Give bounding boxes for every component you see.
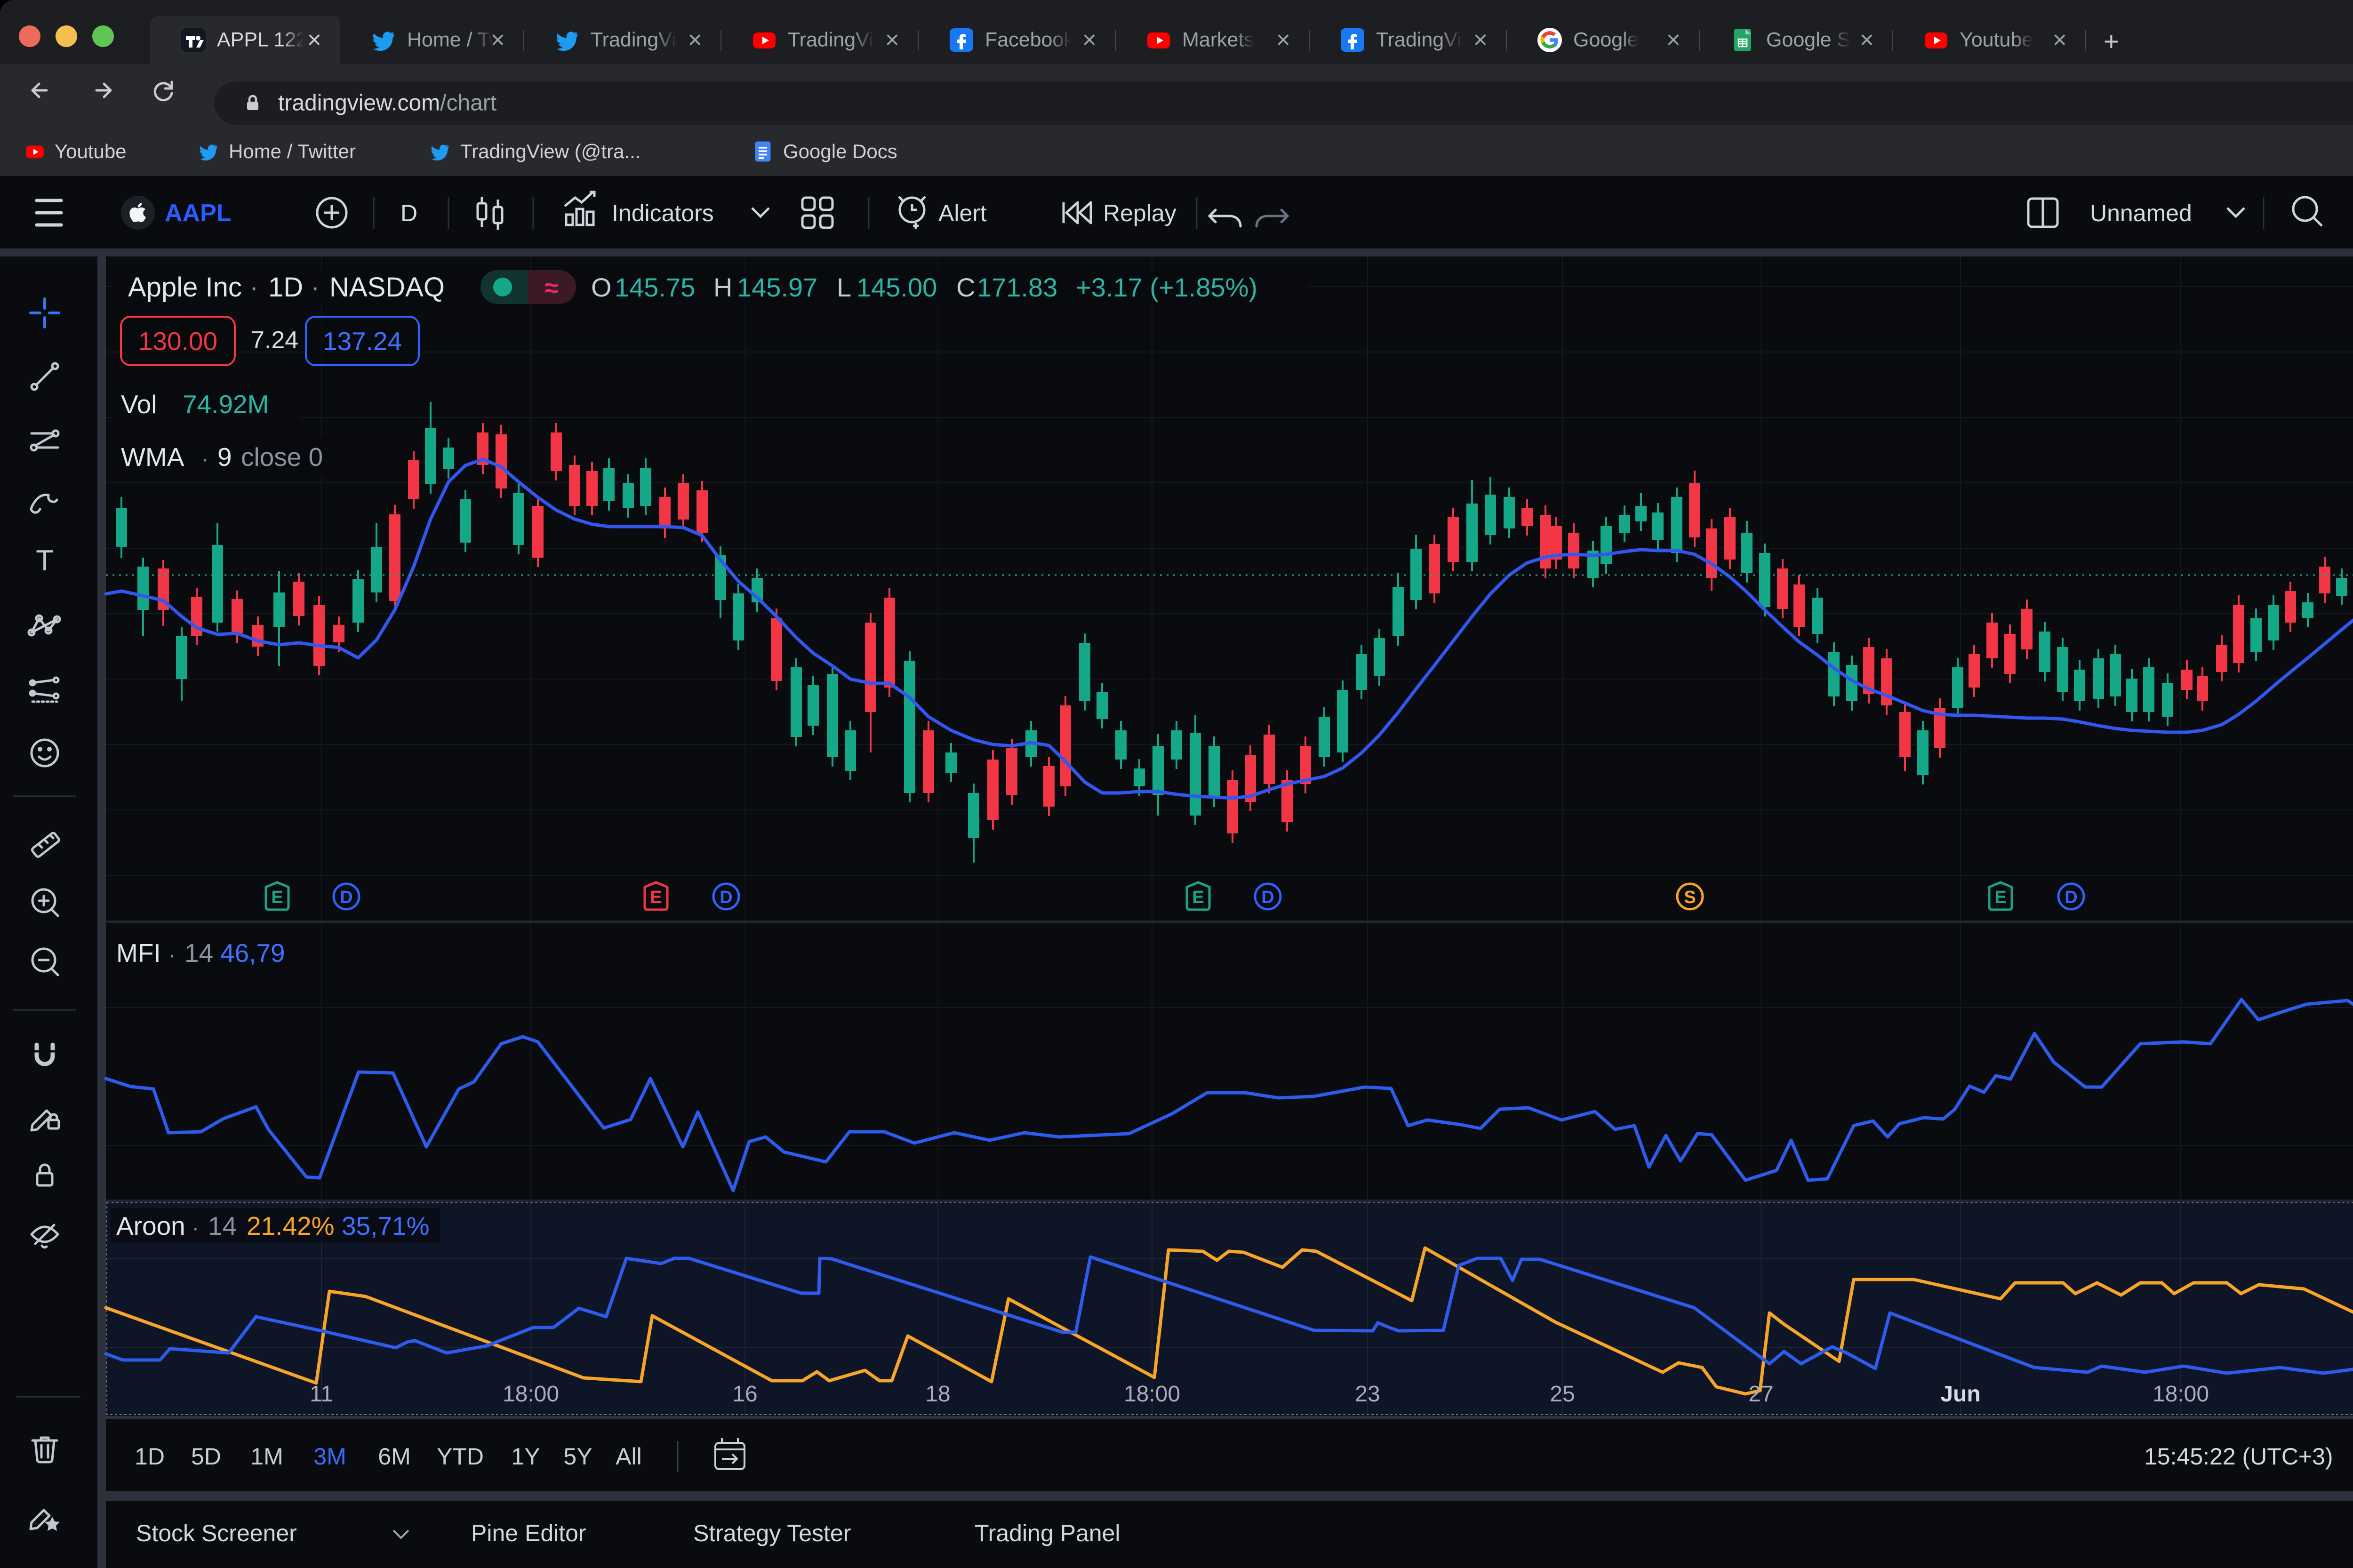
- svg-text:YTD: YTD: [437, 1443, 484, 1470]
- svg-text:Alert: Alert: [938, 200, 987, 226]
- svg-text:O: O: [591, 272, 612, 302]
- svg-text:C: C: [956, 272, 975, 302]
- svg-text:Indicators: Indicators: [612, 200, 714, 226]
- svg-text:+3.17 (+1.85%): +3.17 (+1.85%): [1076, 272, 1257, 302]
- svg-text:Pine Editor: Pine Editor: [471, 1520, 586, 1546]
- svg-text:·: ·: [201, 448, 208, 471]
- svg-text:35,71%: 35,71%: [342, 1211, 430, 1240]
- svg-text:15:45:22 (UTC+3): 15:45:22 (UTC+3): [2144, 1443, 2333, 1470]
- svg-text:145.00: 145.00: [856, 272, 937, 302]
- svg-text:7.24: 7.24: [251, 327, 298, 354]
- svg-text:Replay: Replay: [1103, 200, 1176, 226]
- svg-text:171.83: 171.83: [977, 272, 1057, 302]
- svg-text:145.75: 145.75: [615, 272, 695, 302]
- svg-text:Jun: Jun: [1940, 1382, 1980, 1407]
- svg-text:1D: 1D: [268, 272, 303, 303]
- svg-text:D: D: [400, 200, 417, 226]
- svg-text:NASDAQ: NASDAQ: [329, 272, 445, 303]
- svg-text:130.00: 130.00: [138, 327, 217, 356]
- svg-text:·: ·: [192, 1216, 199, 1240]
- svg-text:D: D: [340, 888, 352, 907]
- svg-text:14: 14: [184, 938, 213, 968]
- svg-text:5D: 5D: [191, 1443, 221, 1470]
- svg-text:≈: ≈: [544, 274, 559, 302]
- svg-text:16: 16: [732, 1382, 757, 1407]
- svg-text:·: ·: [249, 272, 258, 303]
- svg-text:1M: 1M: [250, 1443, 283, 1470]
- svg-text:D: D: [720, 888, 732, 907]
- svg-text:·: ·: [168, 944, 176, 967]
- svg-text:AAPL: AAPL: [165, 200, 232, 227]
- svg-text:137.24: 137.24: [323, 327, 402, 356]
- svg-text:18: 18: [925, 1382, 950, 1407]
- svg-text:·: ·: [311, 272, 320, 303]
- svg-text:5Y: 5Y: [563, 1443, 592, 1470]
- svg-text:145.97: 145.97: [737, 272, 817, 302]
- svg-text:close 0: close 0: [241, 442, 323, 472]
- svg-text:S: S: [1684, 888, 1696, 907]
- svg-text:1D: 1D: [135, 1443, 165, 1470]
- svg-text:1Y: 1Y: [511, 1443, 540, 1470]
- svg-text:H: H: [713, 272, 732, 302]
- svg-text:Strategy Tester: Strategy Tester: [693, 1520, 851, 1546]
- svg-text:23: 23: [1355, 1382, 1380, 1407]
- svg-text:All: All: [616, 1443, 642, 1470]
- svg-text:18:00: 18:00: [1124, 1382, 1180, 1407]
- svg-text:18:00: 18:00: [503, 1382, 559, 1407]
- svg-text:D: D: [1261, 888, 1274, 907]
- svg-text:6M: 6M: [378, 1443, 410, 1470]
- svg-text:D: D: [2065, 888, 2077, 907]
- svg-text:Aroon: Aroon: [116, 1211, 185, 1240]
- svg-text:21.42%: 21.42%: [247, 1211, 335, 1240]
- svg-text:WMA: WMA: [121, 442, 184, 472]
- svg-text:E: E: [271, 888, 283, 907]
- svg-text:MFI: MFI: [116, 938, 161, 968]
- svg-text:E: E: [650, 888, 662, 907]
- svg-text:74.92M: 74.92M: [183, 390, 269, 419]
- svg-text:Vol: Vol: [121, 390, 157, 419]
- svg-text:14: 14: [208, 1211, 237, 1240]
- svg-text:Stock Screener: Stock Screener: [136, 1520, 297, 1546]
- svg-text:T: T: [36, 544, 54, 577]
- svg-text:46,79: 46,79: [220, 938, 285, 968]
- svg-text:E: E: [1192, 888, 1204, 907]
- svg-text:27: 27: [1748, 1382, 1773, 1407]
- svg-text:18:00: 18:00: [2153, 1382, 2209, 1407]
- svg-text:11: 11: [310, 1382, 333, 1407]
- svg-text:3M: 3M: [313, 1443, 346, 1470]
- svg-text:9: 9: [217, 442, 232, 472]
- svg-text:25: 25: [1550, 1382, 1575, 1407]
- svg-text:Apple Inc: Apple Inc: [128, 272, 242, 303]
- svg-text:Trading Panel: Trading Panel: [975, 1520, 1120, 1546]
- svg-text:Unnamed: Unnamed: [2090, 200, 2192, 226]
- svg-text:E: E: [1994, 888, 2006, 907]
- svg-text:L: L: [837, 272, 851, 302]
